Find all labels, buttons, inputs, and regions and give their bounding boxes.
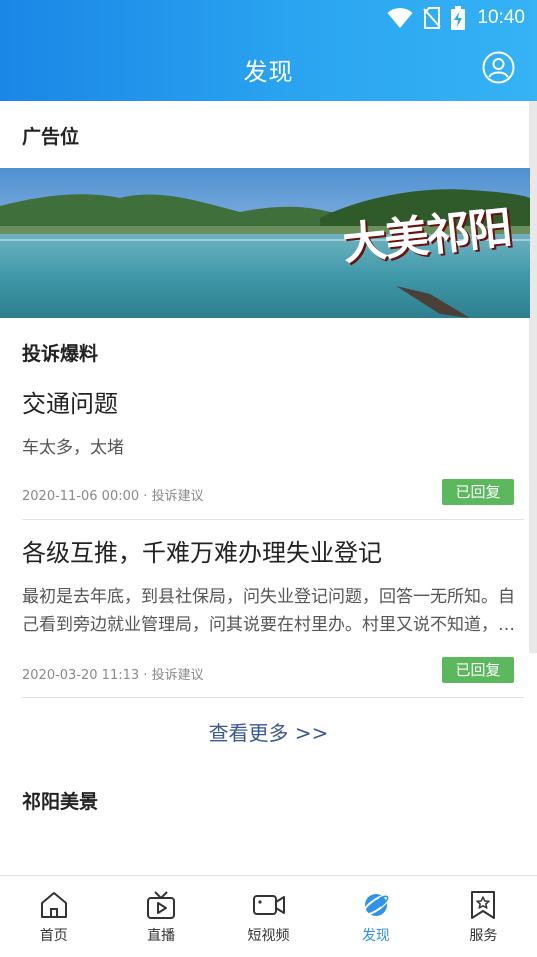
item-description: 车太多，太堵 (22, 438, 124, 458)
ad-section-title: 广告位 (22, 126, 80, 148)
status-bar: 10:40 (0, 0, 537, 36)
video-camera-icon (252, 895, 285, 915)
page-title: 发现 (243, 58, 294, 86)
scrollbar[interactable] (529, 101, 537, 653)
item-date: 2020-03-20 11:13 (22, 668, 140, 683)
item-meta: 2020-03-20 11:13 · 投诉建议 (22, 668, 204, 683)
app-header: 10:40 发现 (0, 0, 537, 101)
planet-icon (362, 894, 390, 916)
bookmark-star-icon (471, 891, 496, 919)
status-badge: 已回复 (442, 479, 514, 505)
item-meta: 2020-11-06 00:00 · 投诉建议 (22, 489, 204, 504)
tab-label: 服务 (469, 928, 498, 944)
ad-banner[interactable]: 大美祁阳 (0, 168, 530, 318)
no-sim-icon (423, 7, 442, 29)
tab-services[interactable]: 服务 (430, 876, 537, 957)
tab-discover[interactable]: 发现 (322, 876, 429, 957)
status-time: 10:40 (477, 7, 525, 28)
tab-label: 发现 (361, 928, 390, 944)
battery-charging-icon (451, 6, 466, 30)
wifi-icon (387, 7, 413, 28)
view-more-link[interactable]: 查看更多 >> (0, 717, 537, 746)
complaints-section-title: 投诉爆料 (22, 343, 99, 365)
tab-label: 短视频 (247, 928, 290, 944)
user-circle-icon[interactable] (482, 51, 515, 84)
list-item[interactable]: 各级互推，千难万难办理失业登记 最初是去年底，到县社保局，问失业登记问题，回答一… (22, 537, 524, 697)
tab-label: 直播 (147, 928, 176, 944)
status-badge: 已回复 (442, 657, 514, 683)
divider (22, 519, 524, 520)
item-category: 投诉建议 (151, 668, 204, 683)
tab-live[interactable]: 直播 (107, 876, 214, 957)
item-title: 各级互推，千难万难办理失业登记 (22, 539, 382, 567)
scenery-section-title: 祁阳美景 (22, 791, 99, 813)
tv-icon (147, 891, 176, 919)
item-title: 交通问题 (22, 390, 118, 418)
divider (22, 697, 524, 698)
item-date: 2020-11-06 00:00 (22, 489, 140, 504)
item-description: 最初是去年底，到县社保局，问失业登记问题，回答一无所知。自己看到旁边就业管理局，… (22, 587, 515, 635)
bottom-tab-bar: 首页 直播 短视频 发现 服务 (0, 875, 537, 957)
tab-home[interactable]: 首页 (0, 876, 107, 957)
home-icon (40, 892, 67, 918)
list-item[interactable]: 交通问题 车太多，太堵 2020-11-06 00:00 · 投诉建议 已回复 (22, 388, 524, 518)
item-category: 投诉建议 (151, 489, 204, 504)
tab-short-video[interactable]: 短视频 (215, 876, 322, 957)
tab-label: 首页 (39, 928, 68, 944)
